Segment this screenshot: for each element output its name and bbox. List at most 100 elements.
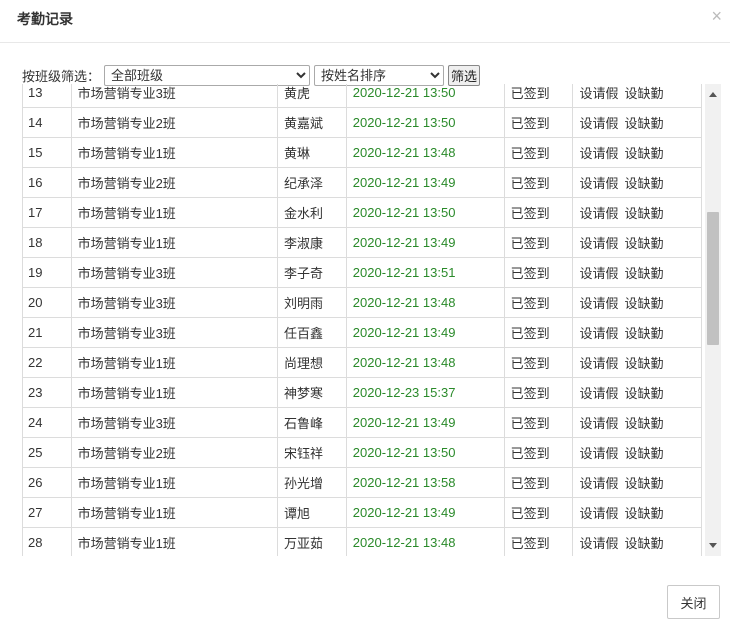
scroll-down-button[interactable]	[705, 538, 721, 554]
set-absent-link[interactable]: 设缺勤	[624, 356, 663, 371]
table-row: 28 市场营销专业1班 万亚茹 2020-12-21 13:48 已签到 设请假 设缺勤	[22, 527, 702, 556]
table-row: 22 市场营销专业1班 尚理想 2020-12-21 13:48 已签到 设请假 设缺勤	[22, 347, 702, 378]
row-class: 市场营销专业1班	[70, 467, 278, 498]
row-student-name: 金水利	[276, 197, 347, 228]
row-status: 已签到	[503, 197, 574, 228]
set-leave-link[interactable]: 设请假	[579, 266, 618, 281]
table-row: 23 市场营销专业1班 神梦寒 2020-12-23 15:37 已签到 设请假 设缺勤	[22, 377, 702, 408]
set-absent-link[interactable]: 设缺勤	[624, 386, 663, 401]
row-status: 已签到	[503, 467, 574, 498]
row-status: 已签到	[503, 227, 574, 258]
set-absent-link[interactable]: 设缺勤	[624, 416, 663, 431]
set-absent-link[interactable]: 设缺勤	[624, 116, 663, 131]
row-student-name: 刘明雨	[276, 287, 347, 318]
row-student-name: 纪承泽	[276, 167, 347, 198]
scroll-up-button[interactable]	[705, 86, 721, 102]
set-leave-link[interactable]: 设请假	[579, 326, 618, 341]
row-checkin-time: 2020-12-21 13:49	[345, 167, 505, 198]
row-class: 市场营销专业1班	[70, 497, 278, 528]
row-actions: 设请假 设缺勤	[572, 377, 702, 408]
row-checkin-time: 2020-12-21 13:49	[345, 227, 505, 258]
row-status: 已签到	[503, 377, 574, 408]
set-leave-link[interactable]: 设请假	[579, 236, 618, 251]
set-leave-link[interactable]: 设请假	[579, 206, 618, 221]
set-absent-link[interactable]: 设缺勤	[624, 86, 663, 101]
scrollbar-thumb[interactable]	[707, 212, 719, 345]
row-checkin-time: 2020-12-21 13:48	[345, 287, 505, 318]
table-row: 17 市场营销专业1班 金水利 2020-12-21 13:50 已签到 设请假 设缺勤	[22, 197, 702, 228]
row-student-name: 黄虎	[276, 84, 347, 108]
set-leave-link[interactable]: 设请假	[579, 416, 618, 431]
row-actions: 设请假 设缺勤	[572, 527, 702, 556]
set-absent-link[interactable]: 设缺勤	[624, 146, 663, 161]
set-absent-link[interactable]: 设缺勤	[624, 176, 663, 191]
set-leave-link[interactable]: 设请假	[579, 86, 618, 101]
set-leave-link[interactable]: 设请假	[579, 296, 618, 311]
set-absent-link[interactable]: 设缺勤	[624, 326, 663, 341]
set-leave-link[interactable]: 设请假	[579, 386, 618, 401]
row-status: 已签到	[503, 437, 574, 468]
row-number: 27	[22, 497, 72, 528]
filter-row: 按班级筛选： 全部班级 按姓名排序 筛选	[22, 64, 481, 86]
attendance-table-container: 13 市场营销专业3班 黄虎 2020-12-21 13:50 已签到 设请假 设缺勤 14 市…	[22, 84, 721, 556]
class-filter-select[interactable]: 全部班级	[104, 64, 311, 86]
row-student-name: 孙光增	[276, 467, 347, 498]
set-absent-link[interactable]: 设缺勤	[624, 266, 663, 281]
row-checkin-time: 2020-12-21 13:58	[345, 467, 505, 498]
row-number: 22	[22, 347, 72, 378]
set-absent-link[interactable]: 设缺勤	[624, 446, 663, 461]
set-absent-link[interactable]: 设缺勤	[624, 236, 663, 251]
row-checkin-time: 2020-12-23 15:37	[345, 377, 505, 408]
row-student-name: 神梦寒	[276, 377, 347, 408]
table-row: 24 市场营销专业3班 石鲁峰 2020-12-21 13:49 已签到 设请假 设缺勤	[22, 407, 702, 438]
set-leave-link[interactable]: 设请假	[579, 536, 618, 551]
row-class: 市场营销专业2班	[70, 167, 278, 198]
row-student-name: 谭旭	[276, 497, 347, 528]
row-status: 已签到	[503, 167, 574, 198]
set-absent-link[interactable]: 设缺勤	[624, 296, 663, 311]
set-absent-link[interactable]: 设缺勤	[624, 536, 663, 551]
row-class: 市场营销专业1班	[70, 137, 278, 168]
row-status: 已签到	[503, 257, 574, 288]
row-status: 已签到	[503, 407, 574, 438]
vertical-scrollbar[interactable]	[705, 84, 721, 556]
row-class: 市场营销专业3班	[70, 317, 278, 348]
set-leave-link[interactable]: 设请假	[579, 506, 618, 521]
set-leave-link[interactable]: 设请假	[579, 446, 618, 461]
close-icon[interactable]: ×	[711, 6, 722, 26]
set-absent-link[interactable]: 设缺勤	[624, 506, 663, 521]
row-checkin-time: 2020-12-21 13:50	[345, 84, 505, 108]
set-leave-link[interactable]: 设请假	[579, 476, 618, 491]
sort-select[interactable]: 按姓名排序	[314, 64, 445, 86]
row-student-name: 黄琳	[276, 137, 347, 168]
row-class: 市场营销专业2班	[70, 437, 278, 468]
row-checkin-time: 2020-12-21 13:48	[345, 347, 505, 378]
set-absent-link[interactable]: 设缺勤	[624, 206, 663, 221]
row-number: 13	[22, 84, 72, 108]
row-actions: 设请假 设缺勤	[572, 467, 702, 498]
row-actions: 设请假 设缺勤	[572, 347, 702, 378]
row-status: 已签到	[503, 107, 574, 138]
row-number: 28	[22, 527, 72, 556]
set-leave-link[interactable]: 设请假	[579, 146, 618, 161]
row-class: 市场营销专业3班	[70, 407, 278, 438]
set-leave-link[interactable]: 设请假	[579, 356, 618, 371]
close-button[interactable]: 关闭	[667, 585, 720, 619]
row-actions: 设请假 设缺勤	[572, 317, 702, 348]
row-number: 23	[22, 377, 72, 408]
row-class: 市场营销专业2班	[70, 107, 278, 138]
dialog-title-bar: 考勤记录 ×	[0, 0, 730, 43]
row-status: 已签到	[503, 137, 574, 168]
set-leave-link[interactable]: 设请假	[579, 176, 618, 191]
row-status: 已签到	[503, 317, 574, 348]
set-absent-link[interactable]: 设缺勤	[624, 476, 663, 491]
row-actions: 设请假 设缺勤	[572, 407, 702, 438]
row-actions: 设请假 设缺勤	[572, 107, 702, 138]
row-checkin-time: 2020-12-21 13:50	[345, 437, 505, 468]
row-actions: 设请假 设缺勤	[572, 437, 702, 468]
row-number: 17	[22, 197, 72, 228]
row-student-name: 石鲁峰	[276, 407, 347, 438]
row-number: 21	[22, 317, 72, 348]
set-leave-link[interactable]: 设请假	[579, 116, 618, 131]
filter-button[interactable]: 筛选	[448, 64, 481, 86]
